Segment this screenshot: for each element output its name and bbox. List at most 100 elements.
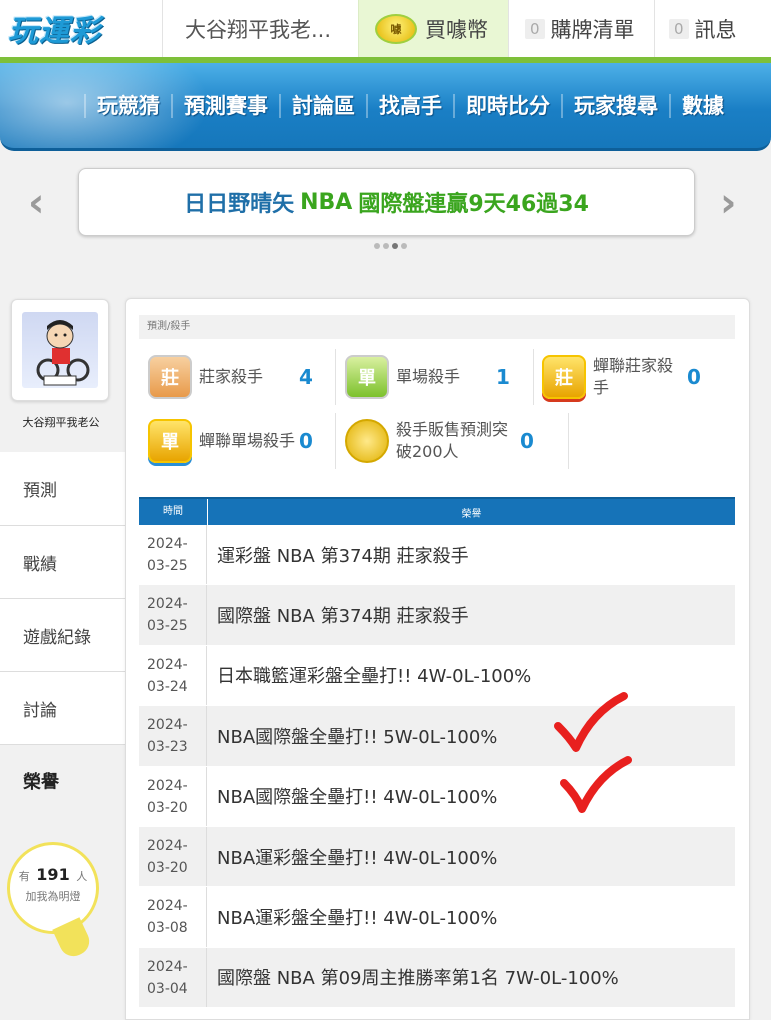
pagination-dot[interactable] [374,243,380,249]
table-row: 2024- 03-25 國際盤 NBA 第374期 莊家殺手 [139,585,735,646]
stat-single-killer: 單 單場殺手 1 [344,347,510,407]
sidebar-item-discussion[interactable]: 討論 [0,671,125,744]
user-menu[interactable]: 大谷翔平我老... [162,0,358,57]
sidebar-item-game-log[interactable]: 遊戲紀錄 [0,598,125,671]
pagination-dot-active[interactable] [392,243,398,249]
column-header-time: 時間 [139,499,208,525]
sales-medal-icon [345,419,389,463]
honor-table: 時間 榮譽 2024- 03-25 運彩盤 NBA 第374期 莊家殺手 2024- 0… [139,497,735,1009]
row-month-day: 03-23 [147,739,188,756]
stat-label: 單場殺手 [396,367,461,386]
row-month-day: 03-20 [147,799,188,816]
row-honor: NBA運彩盤全壘打!! 4W-0L-100% [217,847,498,869]
banker-badge-icon: 莊 [148,355,192,399]
banner-ticker[interactable]: 日日野晴矢 NBA 國際盤連贏9天46過34 [78,168,695,236]
cart-count-badge: 0 [525,18,545,39]
banner-next-arrow-icon[interactable]: › [720,180,736,226]
nav-item-player-search[interactable]: 玩家搜尋 [561,93,669,118]
row-honor: NBA國際盤全壘打!! 4W-0L-100% [217,787,498,809]
like-lamp-widget[interactable]: 有 191 人 加我為明燈 [7,842,99,934]
row-year: 2024- [147,596,188,613]
nav-item-guess[interactable]: 玩競猜 [84,93,171,118]
pagination-dot[interactable] [383,243,389,249]
banner-text: 國際盤連贏9天46過34 [358,192,589,217]
messages-button[interactable]: 0 訊息 [654,0,771,57]
row-date: 2024- 03-04 [139,947,207,1008]
stat-value: 4 [299,365,313,389]
row-month-day: 03-25 [147,618,188,635]
pagination-dot[interactable] [401,243,407,249]
sidebar-item-record[interactable]: 戰績 [0,525,125,598]
sidebar-item-predict[interactable]: 預測 [0,452,125,525]
row-honor: 運彩盤 NBA 第374期 莊家殺手 [217,545,469,567]
sidebar-item-honor[interactable]: 榮譽 [0,744,125,817]
banner-prev-arrow-icon[interactable]: ‹ [28,180,44,226]
sidebar-username: 大谷翔平我老公 [22,416,100,429]
stat-value: 0 [299,429,313,453]
nav-item-forum[interactable]: 討論區 [279,93,366,118]
likes-prefix: 有 [18,870,30,883]
row-honor: 國際盤 NBA 第09周主推勝率第1名 7W-0L-100% [217,968,619,990]
stat-consecutive-banker-killer: 莊 蟬聯莊家殺手 0 [541,347,701,407]
main-nav: 玩競猜 預測賽事 討論區 找高手 即時比分 玩家搜尋 數據 [0,63,771,151]
stat-divider [533,349,534,405]
table-row: 2024- 03-25 運彩盤 NBA 第374期 莊家殺手 [139,525,735,586]
messages-label: 訊息 [694,17,737,42]
banner-league: NBA [300,189,353,215]
stat-value: 0 [520,429,534,453]
row-honor: NBA運彩盤全壘打!! 4W-0L-100% [217,908,498,930]
site-logo[interactable]: 玩運彩 [8,6,158,50]
buy-coin-button[interactable]: 噱 買噱幣 [358,0,508,57]
row-date: 2024- 03-23 [139,706,207,766]
row-date: 2024- 03-25 [139,525,207,585]
nav-item-predict[interactable]: 預測賽事 [171,93,279,118]
single-badge-icon: 單 [345,355,389,399]
row-year: 2024- [147,717,188,734]
banner-player-name: 日日野晴矢 [184,192,295,217]
nav-item-live-score[interactable]: 即時比分 [453,93,561,118]
likes-text: 加我為明燈 [25,890,81,903]
avatar-image [22,312,98,388]
table-row: 2024- 03-04 國際盤 NBA 第09周主推勝率第1名 7W-0L-100% [139,947,735,1009]
logo-text: 玩運彩 [8,14,101,49]
row-year: 2024- [147,656,188,673]
row-year: 2024- [147,958,188,975]
cart-label: 購牌清單 [550,17,635,42]
messages-count-badge: 0 [669,18,689,39]
stat-value: 1 [496,365,510,389]
row-year: 2024- [147,777,188,794]
stat-label: 莊家殺手 [199,367,264,386]
sidebar-menu: 預測 戰績 遊戲紀錄 討論 榮譽 [0,452,125,817]
row-month-day: 03-25 [147,558,188,574]
stat-label: 蟬聯莊家殺手 [593,356,674,397]
stat-divider [568,413,569,469]
breadcrumb: 預測/殺手 [139,315,735,339]
consecutive-single-badge-icon: 單 [148,419,192,463]
profile-sidebar: 大谷翔平我老公 預測 戰績 遊戲紀錄 討論 榮譽 有 191 人 加我為明燈 [0,274,125,1000]
stat-divider [335,413,336,469]
nav-item-data[interactable]: 數據 [669,93,735,118]
row-honor: 日本職籃運彩盤全壘打!! 4W-0L-100% [217,666,532,688]
nav-item-experts[interactable]: 找高手 [366,93,453,118]
coin-icon: 噱 [375,13,417,44]
stat-banker-killer: 莊 莊家殺手 4 [147,347,313,407]
honor-panel: 預測/殺手 莊 莊家殺手 4 單 單場殺手 1 莊 蟬聯莊家殺手 0 單 蟬聯單… [125,298,750,1020]
coin-label: 買噱幣 [425,17,488,42]
column-header-honor: 榮譽 [461,508,482,520]
table-row: 2024- 03-24 日本職籃運彩盤全壘打!! 4W-0L-100% [139,645,735,707]
row-month-day: 03-24 [147,678,188,695]
likes-count: 191 [36,865,70,884]
row-month-day: 03-20 [147,859,188,876]
check-mark-icon [560,756,632,813]
stat-label: 殺手販售預測突破200人 [396,420,509,461]
cart-button[interactable]: 0 購牌清單 [508,0,654,57]
avatar[interactable] [11,299,109,401]
table-row: 2024- 03-08 NBA運彩盤全壘打!! 4W-0L-100% [139,887,735,948]
row-month-day: 03-08 [147,920,188,937]
row-date: 2024- 03-25 [139,585,207,645]
stat-divider [335,349,336,405]
row-honor: NBA國際盤全壘打!! 5W-0L-100% [217,726,498,748]
consecutive-banker-badge-icon: 莊 [542,355,586,399]
banner-pagination [374,243,407,249]
stat-sales-killer: 殺手販售預測突破200人 0 [344,411,534,471]
